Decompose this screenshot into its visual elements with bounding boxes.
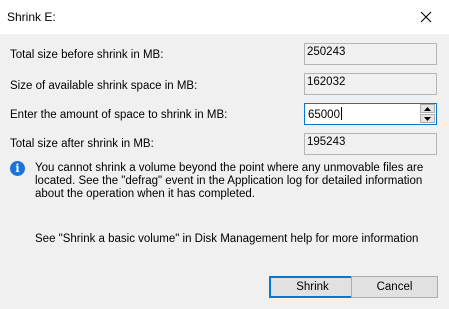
stepper-down-button[interactable] bbox=[420, 114, 435, 123]
title-bar: Shrink E: bbox=[0, 0, 449, 34]
available-shrink-space-field: 162032 bbox=[304, 73, 437, 95]
info-icon: i bbox=[10, 161, 25, 176]
total-size-after-label: Total size after shrink in MB: bbox=[10, 138, 154, 150]
close-icon bbox=[420, 11, 432, 23]
available-shrink-space-value: 162032 bbox=[307, 76, 346, 88]
stepper-up-button[interactable] bbox=[420, 104, 435, 113]
shrink-amount-value: 65000 bbox=[308, 109, 340, 121]
close-button[interactable] bbox=[403, 0, 449, 34]
info-message: You cannot shrink a volume beyond the po… bbox=[35, 162, 424, 200]
shrink-dialog: Shrink E: Total size before shrink in MB… bbox=[0, 0, 449, 309]
shrink-button[interactable]: Shrink bbox=[269, 276, 356, 298]
available-shrink-space-label: Size of available shrink space in MB: bbox=[10, 80, 198, 92]
down-arrow-icon bbox=[424, 116, 431, 121]
total-size-before-field: 250243 bbox=[304, 43, 437, 65]
up-arrow-icon bbox=[424, 106, 431, 111]
total-size-before-label: Total size before shrink in MB: bbox=[10, 49, 164, 61]
total-size-before-value: 250243 bbox=[307, 46, 346, 58]
text-caret bbox=[340, 107, 342, 120]
dialog-title: Shrink E: bbox=[7, 10, 56, 24]
help-text: See "Shrink a basic volume" in Disk Mana… bbox=[35, 233, 419, 245]
cancel-button[interactable]: Cancel bbox=[351, 276, 438, 298]
total-size-after-field: 195243 bbox=[304, 133, 437, 155]
shrink-amount-input[interactable]: 65000 bbox=[304, 103, 437, 125]
shrink-amount-stepper bbox=[420, 104, 436, 124]
shrink-amount-label: Enter the amount of space to shrink in M… bbox=[10, 109, 228, 121]
total-size-after-value: 195243 bbox=[307, 136, 346, 148]
